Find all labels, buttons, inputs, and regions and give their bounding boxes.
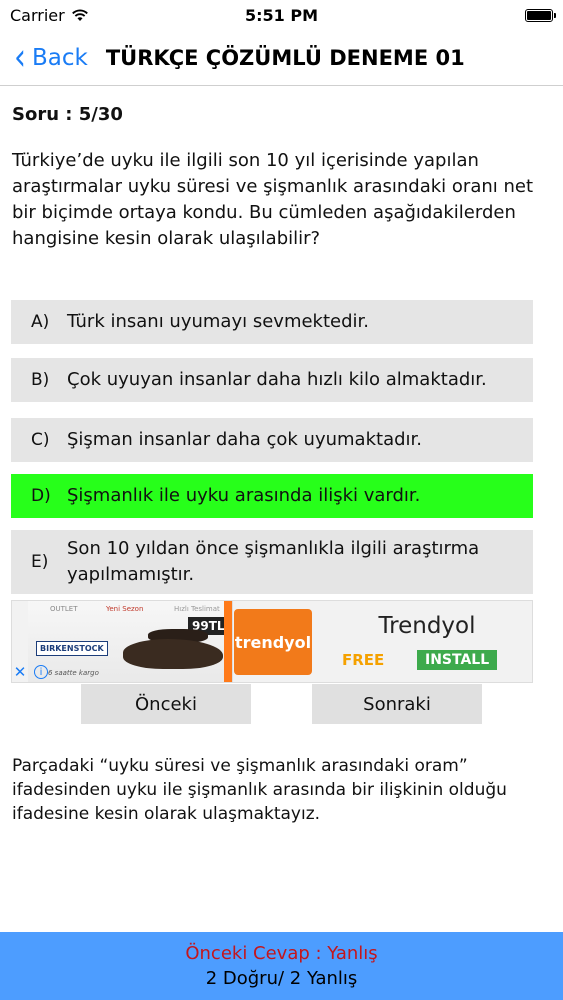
sandal-image	[123, 639, 223, 669]
status-bar: Carrier 5:51 PM	[0, 0, 563, 30]
ad-outlet-label: OUTLET	[50, 605, 78, 613]
option-b[interactable]: B) Çok uyuyan insanlar daha hızlı kilo a…	[11, 358, 533, 402]
battery-fill	[527, 10, 551, 20]
question-text: Türkiye’de uyku ile ilgili son 10 yıl iç…	[12, 150, 534, 249]
option-text: Çok uyuyan insanlar daha hızlı kilo alma…	[67, 369, 487, 390]
close-icon[interactable]: ✕	[12, 663, 28, 681]
chevron-left-icon: ‹	[14, 35, 26, 80]
navigation-bar: ‹ Back TÜRKÇE ÇÖZÜMLÜ DENEME 01	[0, 30, 563, 86]
status-left: Carrier	[10, 6, 89, 25]
battery-icon	[525, 8, 556, 22]
ad-app-name: Trendyol	[378, 613, 476, 639]
option-text: Son 10 yıldan önce şişmanlıkla ilgili ar…	[67, 538, 480, 585]
option-letter: C)	[31, 430, 50, 450]
ad-install-button[interactable]: INSTALL	[417, 650, 498, 670]
page-title: TÜRKÇE ÇÖZÜMLÜ DENEME 01	[105, 45, 465, 70]
option-letter: A)	[31, 312, 50, 332]
option-letter: E)	[31, 552, 49, 572]
answer-explanation: Parçadaki “uyku süresi ve şişmanlık aras…	[12, 756, 507, 824]
option-text: Şişman insanlar daha çok uyumaktadır.	[67, 429, 422, 450]
next-button[interactable]: Sonraki	[312, 684, 482, 724]
ad-brand-label: BIRKENSTOCK	[36, 641, 108, 656]
question-number: Soru : 5/30	[12, 104, 123, 125]
ad-kargo-label: 6 saatte kargo	[48, 669, 99, 677]
result-footer: Önceki Cevap : Yanlış 2 Doğru/ 2 Yanlış	[0, 932, 563, 1000]
ad-free-label: FREE	[342, 651, 385, 669]
ad-product-image[interactable]: OUTLET Yeni Sezon Hızlı Teslimat 99TL BI…	[28, 601, 233, 682]
trendyol-logo: trendyol	[234, 609, 312, 675]
quiz-screen: Carrier 5:51 PM ‹ Back TÜRKÇE ÇÖZÜMLÜ DE…	[0, 0, 563, 1000]
info-icon[interactable]: i	[34, 665, 48, 679]
ad-stripe	[224, 601, 232, 682]
previous-button[interactable]: Önceki	[81, 684, 251, 724]
option-text: Şişmanlık ile uyku arasında ilişki vardı…	[67, 485, 421, 506]
wifi-icon	[71, 9, 88, 21]
previous-answer-status: Önceki Cevap : Yanlış	[185, 943, 378, 964]
option-text: Türk insanı uyumayı sevmektedir.	[67, 311, 370, 332]
option-letter: D)	[31, 486, 51, 506]
option-c[interactable]: C) Şişman insanlar daha çok uyumaktadır.	[11, 418, 533, 462]
score-summary: 2 Doğru/ 2 Yanlış	[205, 968, 358, 989]
option-a[interactable]: A) Türk insanı uyumayı sevmektedir.	[11, 300, 533, 344]
ad-banner[interactable]: OUTLET Yeni Sezon Hızlı Teslimat 99TL BI…	[11, 600, 533, 683]
ad-sezon-label: Yeni Sezon	[106, 605, 144, 613]
option-e[interactable]: E) Son 10 yıldan önce şişmanlıkla ilgili…	[11, 530, 533, 594]
back-label: Back	[32, 44, 88, 71]
option-letter: B)	[31, 370, 50, 390]
option-d[interactable]: D) Şişmanlık ile uyku arasında ilişki va…	[11, 474, 533, 518]
back-button[interactable]: ‹ Back	[14, 36, 88, 80]
carrier-label: Carrier	[10, 5, 65, 25]
ad-teslim-label: Hızlı Teslimat	[174, 605, 220, 613]
